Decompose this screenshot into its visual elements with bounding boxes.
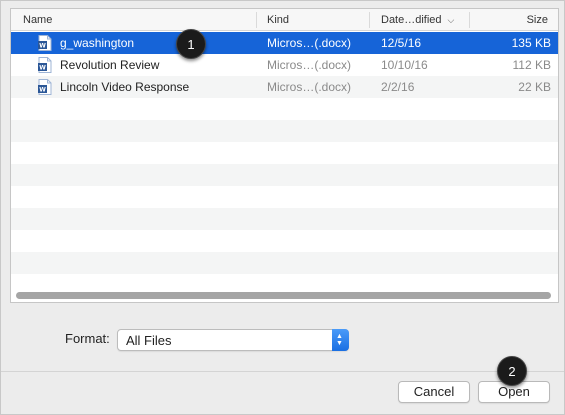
file-name: Revolution Review	[60, 58, 160, 72]
file-kind: Micros…(.docx)	[267, 58, 352, 72]
column-divider[interactable]	[369, 12, 370, 28]
empty-row	[11, 186, 558, 208]
svg-text:W: W	[39, 65, 46, 72]
column-divider[interactable]	[256, 12, 257, 28]
svg-text:W: W	[39, 87, 46, 94]
file-date-modified: 12/5/16	[381, 36, 422, 50]
open-file-dialog: Name Kind Date…dified ⌵ Size W g_washingt…	[0, 0, 565, 415]
file-kind: Micros…(.docx)	[267, 80, 352, 94]
file-row-revolution-review[interactable]: W Revolution Review Micros…(.docx) 10/10…	[11, 54, 558, 76]
file-row-g-washington[interactable]: W g_washington Micros…(.docx) 12/5/16 13…	[11, 32, 558, 54]
file-name: Lincoln Video Response	[60, 80, 190, 94]
updown-chevron-icon: ▲ ▼	[332, 329, 349, 351]
format-select[interactable]: All Files ▲ ▼	[117, 329, 349, 351]
divider	[1, 371, 564, 372]
format-label: Format:	[65, 331, 110, 346]
column-divider[interactable]	[469, 12, 470, 28]
empty-row	[11, 230, 558, 252]
file-size: 22 KB	[518, 80, 551, 94]
file-name: g_washington	[60, 36, 135, 50]
word-document-icon: W	[38, 57, 52, 73]
file-browser: Name Kind Date…dified ⌵ Size W g_washingt…	[10, 8, 559, 303]
word-document-icon: W	[38, 35, 52, 51]
file-row-lincoln-video-response[interactable]: W Lincoln Video Response Micros…(.docx) …	[11, 76, 558, 98]
column-header-name[interactable]: Name	[15, 9, 60, 31]
svg-text:W: W	[39, 43, 46, 50]
callout-badge-1: 1	[176, 29, 206, 59]
chevron-down-icon: ⌵	[447, 15, 455, 25]
column-header: Name Kind Date…dified ⌵ Size	[11, 9, 558, 31]
column-header-kind[interactable]: Kind	[259, 9, 297, 31]
empty-row	[11, 142, 558, 164]
word-document-icon: W	[38, 79, 52, 95]
column-header-size[interactable]: Size	[519, 9, 556, 31]
file-date-modified: 2/2/16	[381, 80, 415, 94]
column-header-date-label: Date…dified	[381, 14, 442, 26]
empty-row	[11, 120, 558, 142]
format-select-value: All Files	[126, 333, 172, 348]
cancel-button[interactable]: Cancel	[398, 381, 470, 403]
file-date-modified: 10/10/16	[381, 58, 428, 72]
file-size: 135 KB	[511, 36, 551, 50]
horizontal-scrollbar[interactable]	[16, 292, 551, 299]
empty-row	[11, 252, 558, 274]
file-size: 112 KB	[512, 58, 551, 72]
empty-row	[11, 98, 558, 120]
file-kind: Micros…(.docx)	[267, 36, 352, 50]
column-header-date-modified[interactable]: Date…dified ⌵	[373, 9, 462, 31]
empty-row	[11, 164, 558, 186]
callout-badge-2: 2	[497, 356, 527, 386]
empty-row	[11, 208, 558, 230]
